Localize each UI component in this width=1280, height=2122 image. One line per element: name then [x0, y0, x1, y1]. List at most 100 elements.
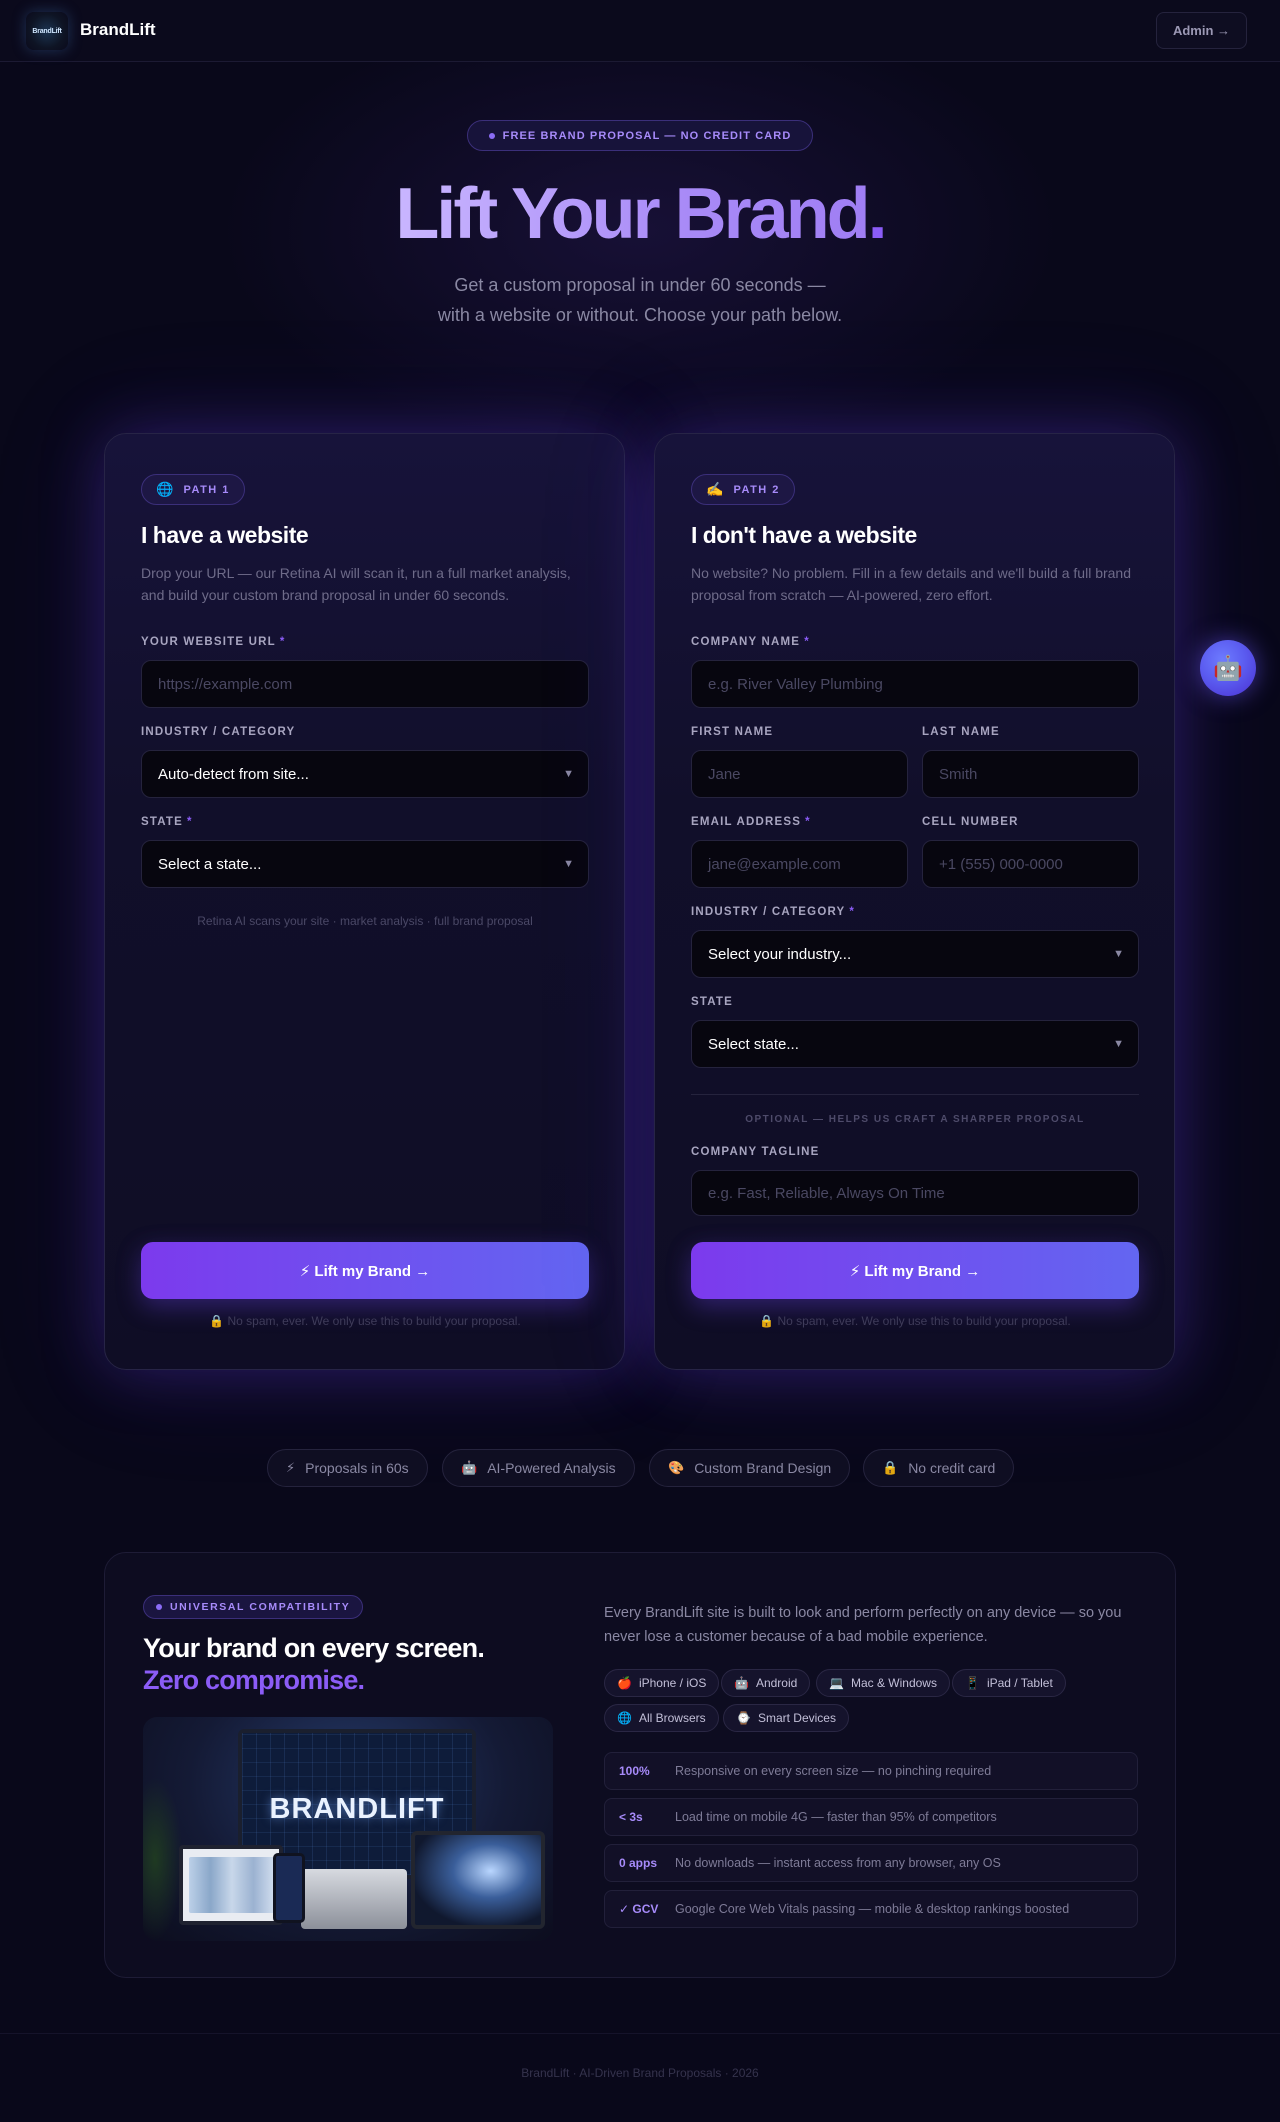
path2-description: No website? No problem. Fill in a few de… — [691, 565, 1132, 603]
chip-smart-devices: ⌚ Smart Devices — [723, 1704, 849, 1732]
website-url-label: YOUR WEBSITE URL * — [141, 636, 286, 648]
compat-badge-label: UNIVERSAL COMPATIBILITY — [170, 1601, 351, 1613]
laptop-robot-illustration — [411, 1831, 545, 1929]
laptop-illustration — [179, 1845, 283, 1925]
path1-state-value: Select a state... — [158, 855, 262, 873]
stat-row: 100% Responsive on every screen size — n… — [604, 1752, 1138, 1790]
email-label: EMAIL ADDRESS * — [691, 816, 811, 828]
robot-icon: 🤖 — [1213, 654, 1243, 682]
robot-icon: 🤖 — [734, 1676, 749, 1690]
globe-icon: 🌐 — [617, 1711, 632, 1725]
stat-text: Responsive on every screen size — no pin… — [675, 1764, 992, 1778]
feature-pill-brand-design: 🎨 Custom Brand Design — [649, 1449, 851, 1487]
feature-pill-ai-analysis: 🤖 AI-Powered Analysis — [442, 1449, 635, 1487]
chip-label: All Browsers — [638, 1711, 706, 1725]
stat-value: 0 apps — [619, 1856, 658, 1870]
cell-number-label-text: CELL NUMBER — [922, 816, 1019, 828]
lock-icon: 🔒 — [882, 1460, 899, 1475]
chip-iphone: 🍎 iPhone / iOS — [604, 1669, 720, 1697]
hero-title-period: . — [867, 174, 888, 254]
cell-number-input[interactable]: +1 (555) 000-0000 — [922, 840, 1139, 888]
first-name-label: FIRST NAME — [691, 726, 773, 738]
last-name-label-text: LAST NAME — [922, 726, 1000, 738]
badge-dot — [156, 1604, 162, 1610]
writing-hand-icon: ✍️ — [706, 481, 724, 497]
path1-industry-label-text: INDUSTRY / CATEGORY — [141, 726, 296, 738]
cell-number-label: CELL NUMBER — [922, 816, 1019, 828]
chip-ipad: 📱 iPad / Tablet — [952, 1669, 1066, 1697]
admin-button[interactable]: Admin → — [1156, 12, 1247, 49]
required-mark: * — [849, 906, 856, 918]
path2-state-label-text: STATE — [691, 996, 733, 1008]
required-mark: * — [804, 636, 810, 648]
website-url-label-text: YOUR WEBSITE URL — [141, 636, 276, 648]
stat-row: ✓ GCV Google Core Web Vitals passing — m… — [604, 1890, 1138, 1928]
path2-card: ✍️ PATH 2 I don't have a website No webs… — [654, 433, 1175, 1370]
hero-badge-label: FREE BRAND PROPOSAL — NO CREDIT CARD — [502, 129, 792, 142]
path1-industry-select[interactable]: Auto-detect from site... ▼ — [141, 750, 589, 798]
compatibility-section: UNIVERSAL COMPATIBILITY Your brand on ev… — [104, 1552, 1176, 1978]
optional-divider — [691, 1094, 1139, 1095]
stat-value: ✓ GCV — [619, 1902, 659, 1916]
path2-submit-button[interactable]: ⚡ Lift my Brand → — [691, 1242, 1139, 1299]
path2-industry-label-text: INDUSTRY / CATEGORY — [691, 906, 846, 918]
company-name-label-text: COMPANY NAME — [691, 636, 801, 648]
chip-label: iPhone / iOS — [638, 1676, 707, 1690]
globe-icon: 🌐 — [156, 481, 174, 497]
first-name-placeholder: Jane — [708, 765, 741, 783]
first-name-input[interactable]: Jane — [691, 750, 908, 798]
chevron-down-icon: ▼ — [563, 768, 574, 780]
path1-submit-button[interactable]: ⚡ Lift my Brand → — [141, 1242, 589, 1299]
website-url-input[interactable]: https://example.com — [141, 660, 589, 708]
hero-subtitle-line1: Get a custom proposal in under 60 second… — [454, 275, 826, 295]
path1-state-label-text: STATE — [141, 816, 183, 828]
monitor-brand-word: BRANDLIFT — [269, 1793, 445, 1825]
stat-text: Load time on mobile 4G — faster than 95%… — [675, 1810, 997, 1824]
company-name-label: COMPANY NAME * — [691, 636, 810, 648]
hero-subtitle-line2: with a website or without. Choose your p… — [437, 305, 843, 325]
path2-no-spam-note: 🔒 No spam, ever. We only use this to bui… — [759, 1314, 1071, 1328]
path1-description: Drop your URL — our Retina AI will scan … — [141, 565, 571, 603]
desktop-illustration — [301, 1869, 407, 1929]
path1-state-select[interactable]: Select a state... ▼ — [141, 840, 589, 888]
hero-subtitle: Get a custom proposal in under 60 second… — [0, 270, 1280, 330]
compat-title-line1: Your brand on every screen. — [143, 1633, 485, 1663]
chip-android: 🤖 Android — [721, 1669, 811, 1697]
apple-icon: 🍎 — [617, 1676, 632, 1690]
chat-bot-button[interactable]: 🤖 — [1200, 640, 1256, 696]
plant-decoration — [143, 1777, 183, 1941]
path1-badge-label: PATH 1 — [183, 483, 230, 496]
feature-pill-proposals: ⚡ Proposals in 60s — [267, 1449, 428, 1487]
brand-logo[interactable]: BrandLift — [26, 12, 68, 50]
lightning-icon: ⚡ — [286, 1460, 296, 1475]
company-name-placeholder: e.g. River Valley Plumbing — [708, 675, 883, 693]
path1-industry-label: INDUSTRY / CATEGORY — [141, 726, 295, 738]
chevron-down-icon: ▼ — [1113, 1038, 1124, 1050]
watch-icon: ⌚ — [736, 1711, 751, 1725]
website-url-placeholder: https://example.com — [158, 675, 293, 693]
brand-name[interactable]: BrandLift — [80, 20, 156, 40]
optional-section-label: OPTIONAL — HELPS US CRAFT A SHARPER PROP… — [745, 1114, 1085, 1125]
last-name-placeholder: Smith — [939, 765, 978, 783]
path1-industry-value: Auto-detect from site... — [158, 765, 309, 783]
last-name-input[interactable]: Smith — [922, 750, 1139, 798]
laptop-icon: 💻 — [829, 1676, 844, 1690]
first-name-label-text: FIRST NAME — [691, 726, 774, 738]
stat-text: No downloads — instant access from any b… — [675, 1856, 1001, 1870]
tablet-icon: 📱 — [965, 1676, 980, 1690]
path1-state-label: STATE * — [141, 816, 193, 828]
robot-icon: 🤖 — [461, 1460, 478, 1475]
chip-mac-windows: 💻 Mac & Windows — [816, 1669, 950, 1697]
email-placeholder: jane@example.com — [708, 855, 841, 873]
path2-industry-select[interactable]: Select your industry... ▼ — [691, 930, 1139, 978]
company-name-input[interactable]: e.g. River Valley Plumbing — [691, 660, 1139, 708]
path2-badge: ✍️ PATH 2 — [691, 474, 795, 505]
feature-pill-no-credit-card: 🔒 No credit card — [863, 1449, 1015, 1487]
required-mark: * — [805, 816, 811, 828]
tagline-placeholder: e.g. Fast, Reliable, Always On Time — [708, 1184, 945, 1202]
top-nav: BrandLift BrandLift Admin → — [0, 0, 1280, 62]
feature-pill-label: Proposals in 60s — [305, 1460, 409, 1476]
path2-state-select[interactable]: Select state... ▼ — [691, 1020, 1139, 1068]
email-input[interactable]: jane@example.com — [691, 840, 908, 888]
tagline-input[interactable]: e.g. Fast, Reliable, Always On Time — [691, 1170, 1139, 1216]
